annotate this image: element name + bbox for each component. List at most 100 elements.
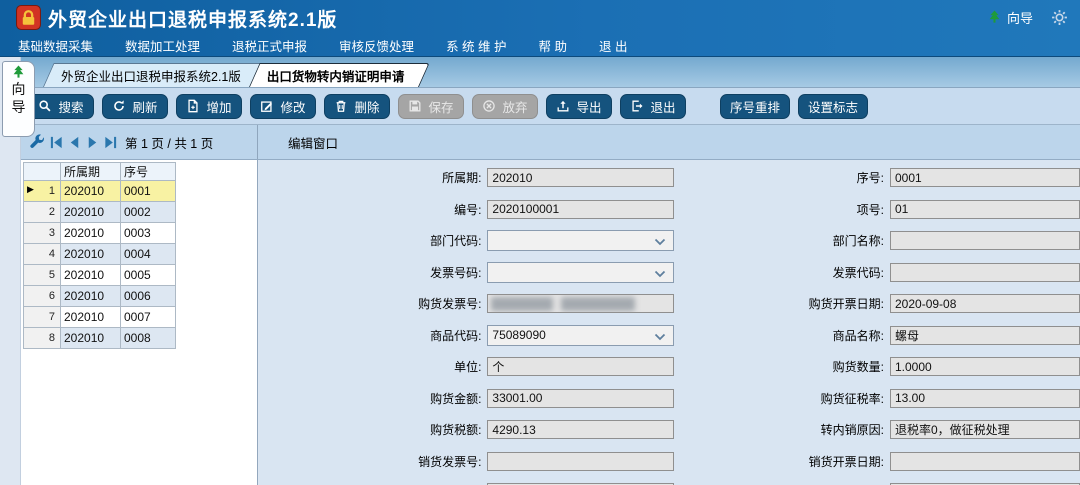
menu-item-2[interactable]: 数据加工处理 (125, 36, 200, 55)
field-label-doc-no: 编号: (259, 201, 487, 218)
cell-period: 202010 (61, 265, 121, 286)
list-row[interactable]: ▶12020100001 (24, 181, 176, 202)
next-page-button[interactable] (85, 135, 100, 150)
list-row[interactable]: 52020100005 (24, 265, 176, 286)
list-row[interactable]: 72020100007 (24, 307, 176, 328)
invoice-no-select[interactable] (487, 262, 674, 283)
last-page-button[interactable] (103, 135, 118, 150)
unit-input[interactable]: 个 (487, 357, 674, 376)
exit-button[interactable]: 退出 (620, 94, 686, 119)
list-row[interactable]: 42020100004 (24, 244, 176, 265)
wizard-side-tab[interactable]: 向 导 (2, 61, 35, 137)
current-row-marker-icon: ▶ (27, 184, 34, 195)
add-button[interactable]: 增加 (176, 94, 242, 119)
cell-seq: 0007 (121, 307, 176, 328)
chevron-down-icon (654, 331, 666, 340)
wizard-tree-icon (987, 10, 1002, 25)
button-label: 增加 (206, 97, 231, 116)
search-button[interactable]: 搜索 (28, 94, 94, 119)
export-button[interactable]: 导出 (546, 94, 612, 119)
button-label: 刷新 (132, 97, 157, 116)
row-number-cell: 7 (24, 307, 61, 328)
tab-export-to-domestic-sale[interactable]: 出口货物转内销证明申请 (249, 63, 419, 87)
save-icon (408, 99, 422, 113)
field-label-purchase-qty: 购货数量: (674, 358, 890, 375)
chevron-down-icon (654, 268, 666, 277)
settings-gear-icon[interactable] (1051, 9, 1068, 26)
purchase-qty-value: 1.0000 (895, 360, 932, 374)
domestic-sale-reason-input[interactable]: 退税率0，做征税处理 (890, 420, 1080, 439)
purchase-amount-input[interactable]: 33001.00 (487, 389, 674, 408)
purchase-invoice-date-input[interactable]: 2020-09-08 (890, 294, 1080, 313)
commodity-name-input[interactable]: 螺母 (890, 326, 1080, 345)
edit-window-title: 编辑窗口 (258, 125, 338, 159)
purchase-tax-rate-input[interactable]: 13.00 (890, 389, 1080, 408)
row-number-cell: ▶1 (24, 181, 61, 202)
doc-no-input[interactable]: 2020100001 (487, 200, 674, 219)
sales-invoice-no-input[interactable] (487, 452, 674, 471)
item-no-input[interactable]: 01 (890, 200, 1080, 219)
cell-seq: 0008 (121, 328, 176, 349)
wrench-icon[interactable] (29, 134, 46, 151)
button-label: 设置标志 (808, 97, 858, 116)
purchase-invoice-no-input[interactable] (487, 294, 674, 313)
dept-code-select[interactable] (487, 230, 674, 251)
content-area: 所属期 序号 ▶12020100001220201000023202010000… (21, 160, 1080, 485)
save-button[interactable]: 保存 (398, 94, 464, 119)
column-header-period: 所属期 (61, 163, 121, 181)
set-flag-button[interactable]: 设置标志 (798, 94, 868, 119)
refresh-button[interactable]: 刷新 (102, 94, 168, 119)
purchase-qty-input[interactable]: 1.0000 (890, 357, 1080, 376)
invoice-code-input[interactable] (890, 263, 1080, 282)
field-label-commodity-code: 商品代码: (259, 327, 487, 344)
sales-invoice-date-input[interactable] (890, 452, 1080, 471)
list-row[interactable]: 82020100008 (24, 328, 176, 349)
doc-no-value: 2020100001 (492, 202, 559, 216)
menu-item-1[interactable]: 基础数据采集 (18, 36, 93, 55)
button-label: 搜索 (58, 97, 83, 116)
trash-icon (334, 99, 348, 113)
menu-item-5[interactable]: 系 统 维 护 (446, 36, 506, 55)
commodity-name-value: 螺母 (895, 327, 919, 344)
list-row[interactable]: 32020100003 (24, 223, 176, 244)
page-info: 第 1 页 / 共 1 页 (125, 133, 213, 152)
menu-item-7[interactable]: 退 出 (599, 36, 627, 55)
export-icon (556, 99, 570, 113)
button-label: 退出 (650, 97, 675, 116)
field-label-commodity-name: 商品名称: (674, 327, 890, 344)
period-input[interactable]: 202010 (487, 168, 674, 187)
wizard-side-tab-label: 向 (12, 81, 26, 98)
button-label: 放弃 (502, 97, 527, 116)
field-label-dept-name: 部门名称: (674, 232, 890, 249)
first-page-button[interactable] (49, 135, 64, 150)
prev-page-button[interactable] (67, 135, 82, 150)
row-number-cell: 2 (24, 202, 61, 223)
dept-name-input[interactable] (890, 231, 1080, 250)
list-row[interactable]: 62020100006 (24, 286, 176, 307)
menu-item-3[interactable]: 退税正式申报 (232, 36, 307, 55)
cell-seq: 0001 (121, 181, 176, 202)
commodity-code-select[interactable]: 75089090 (487, 325, 674, 346)
reorder-seq-button[interactable]: 序号重排 (720, 94, 790, 119)
button-label: 修改 (280, 97, 305, 116)
app-logo-lock-icon (16, 5, 41, 30)
field-label-seq-no: 序号: (674, 169, 890, 186)
menu-item-6[interactable]: 帮 助 (538, 36, 566, 55)
purchase-tax-rate-value: 13.00 (895, 391, 925, 405)
wizard-toggle[interactable]: 向导 (987, 8, 1033, 27)
delete-button[interactable]: 删除 (324, 94, 390, 119)
toolbar: 搜索 刷新 增加 修改删除保存 放弃导出 退出 序号重排设置标志 (21, 88, 1080, 125)
wizard-toggle-label: 向导 (1007, 8, 1033, 27)
tab-main-system[interactable]: 外贸企业出口退税申报系统2.1版 (43, 63, 255, 87)
purchase-tax-value: 4290.13 (492, 423, 535, 437)
list-row[interactable]: 22020100002 (24, 202, 176, 223)
cell-period: 202010 (61, 286, 121, 307)
row-number-cell: 8 (24, 328, 61, 349)
discard-button[interactable]: 放弃 (472, 94, 538, 119)
field-label-period: 所属期: (259, 169, 487, 186)
menu-item-4[interactable]: 审核反馈处理 (339, 36, 414, 55)
purchase-tax-input[interactable]: 4290.13 (487, 420, 674, 439)
modify-button[interactable]: 修改 (250, 94, 316, 119)
row-number-cell: 5 (24, 265, 61, 286)
seq-no-input[interactable]: 0001 (890, 168, 1080, 187)
